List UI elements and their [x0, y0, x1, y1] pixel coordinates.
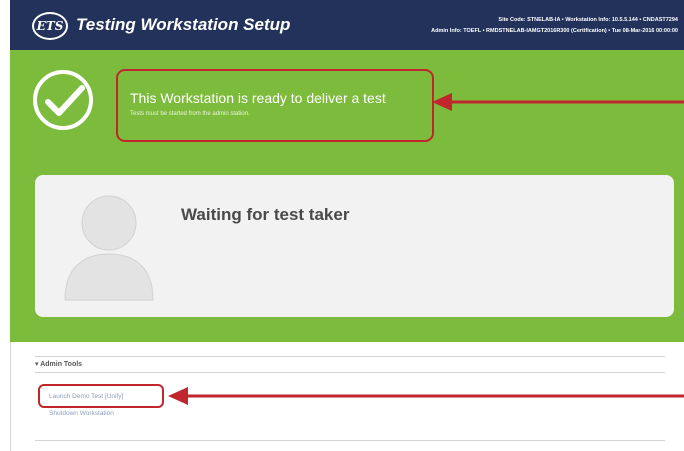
divider: [35, 356, 665, 357]
content-border: [10, 342, 11, 451]
divider: [35, 440, 665, 441]
launch-highlight-box: [38, 384, 164, 408]
app-header: ETS Testing Workstation Setup Site Code:…: [10, 0, 684, 50]
red-arrow-icon: [168, 387, 684, 405]
divider: [35, 372, 665, 373]
test-taker-card: Waiting for test taker: [35, 175, 674, 317]
ets-logo: ETS: [32, 12, 68, 40]
status-highlight-box: [116, 69, 434, 142]
red-arrow-icon: [432, 93, 684, 111]
site-info: Site Code: STNELAB-IA • Workstation Info…: [498, 17, 678, 23]
shutdown-workstation-link[interactable]: Shutdown Workstation: [49, 410, 114, 417]
admin-tools-toggle[interactable]: ▾ Admin Tools: [35, 360, 82, 368]
admin-info: Admin Info: TOEFL • RMDSTNELAB-IAMGT2016…: [431, 28, 678, 34]
avatar-placeholder-icon: [64, 195, 154, 301]
checkmark-icon: [33, 70, 93, 130]
app-title: Testing Workstation Setup: [76, 15, 291, 34]
waiting-status-text: Waiting for test taker: [181, 205, 350, 224]
